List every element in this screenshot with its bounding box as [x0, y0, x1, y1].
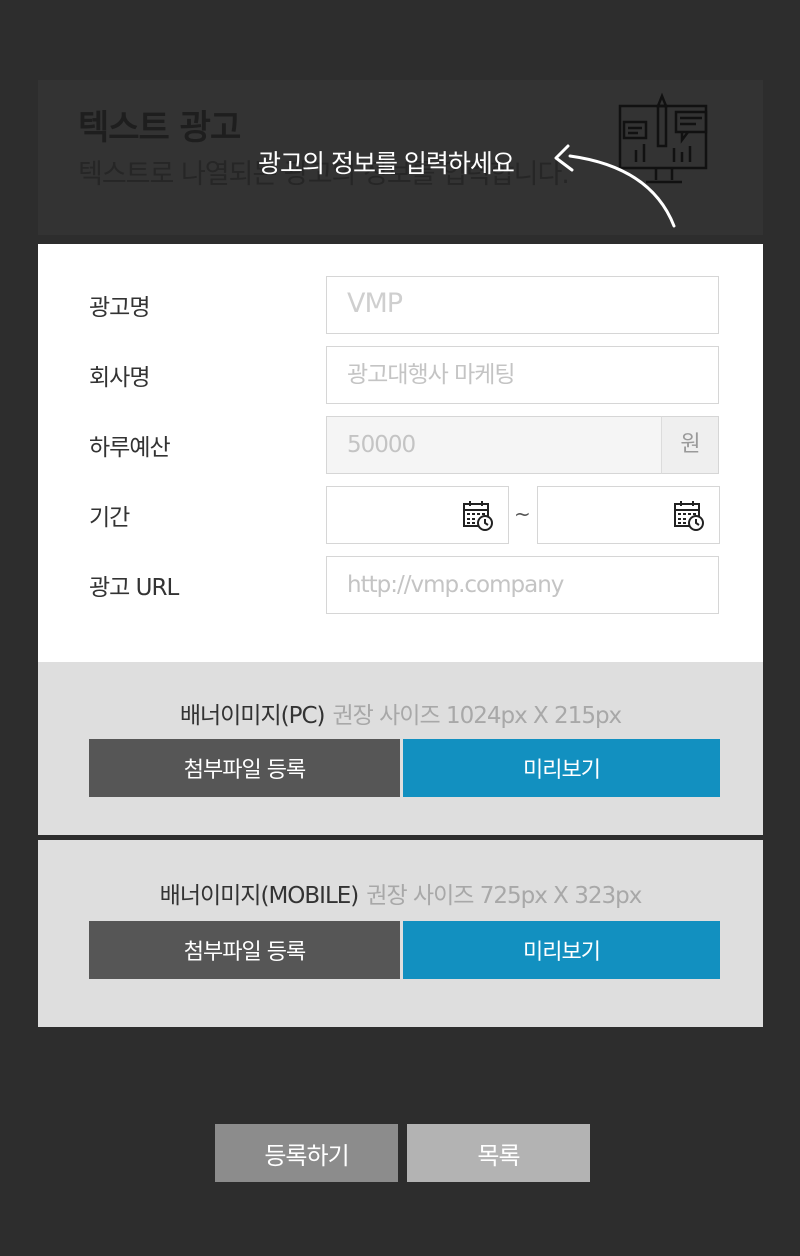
ad-info-form: 광고명 회사명 하루예산 원 기간 — [38, 244, 763, 662]
period-label: 기간 — [89, 505, 130, 531]
url-label: 광고 URL — [89, 575, 179, 601]
banner-mobile-size-hint: 권장 사이즈 725px X 323px — [366, 883, 642, 909]
banner-mobile-title: 배너이미지(MOBILE) 권장 사이즈 725px X 323px — [38, 876, 763, 910]
banner-pc-attach-button[interactable]: 첨부파일 등록 — [89, 739, 400, 797]
curved-arrow-icon — [554, 144, 676, 228]
ad-name-input[interactable] — [326, 276, 719, 334]
budget-row: 하루예산 원 — [38, 416, 763, 474]
register-button[interactable]: 등록하기 — [215, 1124, 398, 1182]
ad-name-label: 광고명 — [89, 295, 150, 321]
company-label: 회사명 — [89, 365, 150, 391]
banner-pc-title: 배너이미지(PC) 권장 사이즈 1024px X 215px — [38, 696, 763, 730]
banner-pc-section: 배너이미지(PC) 권장 사이즈 1024px X 215px 첨부파일 등록 미… — [38, 662, 763, 835]
budget-input[interactable] — [326, 416, 662, 474]
ad-name-row: 광고명 — [38, 276, 763, 334]
end-date-field[interactable] — [537, 486, 720, 544]
banner-pc-label: 배너이미지(PC) — [179, 703, 326, 729]
company-input[interactable] — [326, 346, 719, 404]
list-button[interactable]: 목록 — [407, 1124, 590, 1182]
calendar-icon[interactable] — [673, 500, 705, 532]
banner-mobile-attach-button[interactable]: 첨부파일 등록 — [89, 921, 400, 979]
date-range-separator: ~ — [514, 502, 531, 526]
start-date-field[interactable] — [326, 486, 509, 544]
banner-pc-preview-button[interactable]: 미리보기 — [403, 739, 720, 797]
page-title: 텍스트 광고 — [78, 108, 241, 148]
banner-pc-size-hint: 권장 사이즈 1024px X 215px — [332, 703, 623, 729]
currency-unit: 원 — [661, 416, 719, 474]
url-row: 광고 URL — [38, 556, 763, 614]
company-row: 회사명 — [38, 346, 763, 404]
calendar-icon[interactable] — [462, 500, 494, 532]
period-row: 기간 ~ — [38, 486, 763, 544]
banner-mobile-preview-button[interactable]: 미리보기 — [403, 921, 720, 979]
banner-mobile-label: 배너이미지(MOBILE) — [159, 883, 360, 909]
guide-tooltip: 광고의 정보를 입력하세요 — [258, 149, 515, 178]
banner-mobile-section: 배너이미지(MOBILE) 권장 사이즈 725px X 323px 첨부파일 등… — [38, 840, 763, 1027]
url-input[interactable] — [326, 556, 719, 614]
budget-label: 하루예산 — [89, 435, 171, 461]
